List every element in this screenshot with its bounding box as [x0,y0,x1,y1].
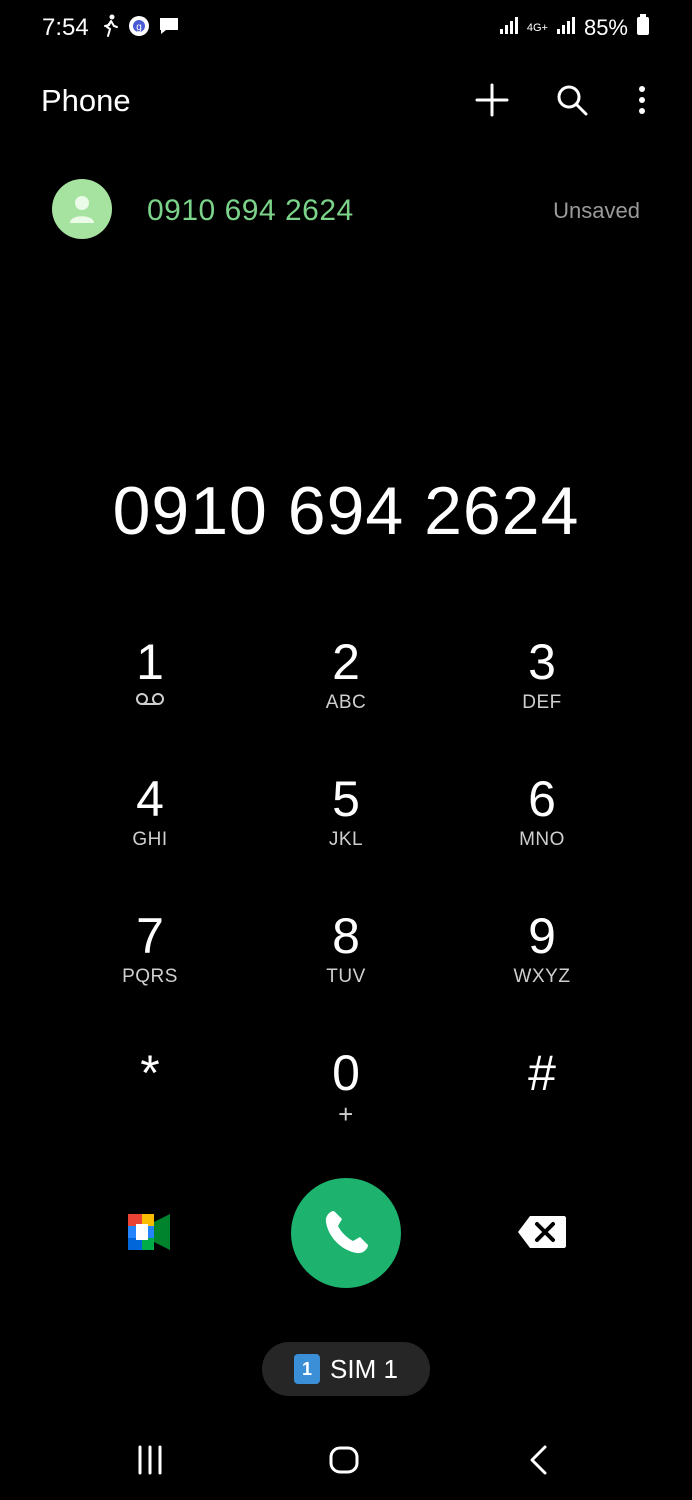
signal-icon-2 [556,15,576,40]
key-letters: PQRS [122,966,178,987]
video-call-button[interactable] [124,1210,176,1254]
status-right: 4G+ 85% [499,14,650,41]
message-icon [158,15,180,42]
key-8[interactable]: 8 TUV [248,902,444,1039]
key-star[interactable]: * [52,1039,248,1176]
sim-label: SIM 1 [330,1353,398,1384]
header-actions [472,80,652,120]
dialed-number-display[interactable]: 0910 694 2624 [0,472,692,550]
signal-icon [499,15,519,40]
key-3[interactable]: 3 DEF [444,628,640,765]
backspace-icon [518,1216,566,1248]
recent-apps-button[interactable] [120,1440,180,1480]
key-digit: 8 [332,908,360,964]
key-digit: 9 [528,908,556,964]
network-type-icon: 4G+ [526,21,548,34]
key-2[interactable]: 2 ABC [248,628,444,765]
key-digit: 5 [332,771,360,827]
key-5[interactable]: 5 JKL [248,765,444,902]
status-time: 7:54 [42,14,89,41]
recent-apps-icon [138,1445,162,1475]
svg-text:g: g [136,22,142,33]
key-letters: TUV [326,966,366,987]
avatar [52,179,112,239]
more-options-button[interactable] [632,80,652,120]
google-meet-icon [128,1214,170,1250]
status-bar: 7:54 g 4G+ 85% [0,0,692,56]
key-0[interactable]: 0 + [248,1039,444,1176]
key-digit: 0 [332,1045,360,1101]
key-4[interactable]: 4 GHI [52,765,248,902]
walking-icon [100,14,120,43]
back-button[interactable] [508,1440,568,1480]
status-left-icons: g [100,14,180,43]
key-digit: # [528,1045,556,1101]
key-hash[interactable]: # [444,1039,640,1176]
add-contact-button[interactable] [472,80,512,120]
more-vertical-icon [639,86,645,114]
key-digit: 3 [528,634,556,690]
plus-icon [475,83,509,117]
app-notification-icon: g [128,15,150,42]
key-letters: ABC [325,692,367,713]
key-letters: DEF [522,692,562,713]
suggestion-number: 0910 694 2624 [147,194,354,227]
key-letters: GHI [132,829,168,850]
key-digit: 2 [332,634,360,690]
key-1[interactable]: 1 [52,628,248,765]
dial-keypad: 1 2 ABC 3 DEF 4 GHI 5 JKL 6 MNO 7 PQRS 8… [52,628,640,1148]
key-letters: + [338,1099,354,1129]
search-icon [557,85,588,116]
system-nav-bar [0,1420,692,1500]
key-letters: MNO [519,829,565,850]
key-9[interactable]: 9 WXYZ [444,902,640,1039]
page-title: Phone [41,83,131,118]
suggestion-status: Unsaved [553,198,640,223]
contact-suggestion[interactable]: 0910 694 2624 Unsaved [0,176,692,246]
key-6[interactable]: 6 MNO [444,765,640,902]
key-digit: * [140,1045,160,1101]
voicemail-icon [135,692,165,711]
sim-selector[interactable]: 1 SIM 1 [262,1342,430,1396]
key-7[interactable]: 7 PQRS [52,902,248,1039]
search-button[interactable] [552,80,592,120]
key-digit: 7 [136,908,164,964]
back-icon [530,1445,547,1475]
phone-icon [325,1211,368,1254]
key-digit: 4 [136,771,164,827]
call-button[interactable] [291,1178,401,1288]
battery-percent: 85% [583,14,628,40]
sim-card-icon: 1 [294,1354,321,1384]
key-digit: 6 [528,771,556,827]
home-button[interactable] [314,1440,374,1480]
battery-icon [636,14,650,41]
home-icon [329,1446,359,1474]
backspace-button[interactable] [516,1214,568,1250]
key-digit: 1 [136,634,164,690]
person-icon [70,196,94,223]
key-letters: JKL [328,829,364,850]
key-letters: WXYZ [513,966,571,987]
